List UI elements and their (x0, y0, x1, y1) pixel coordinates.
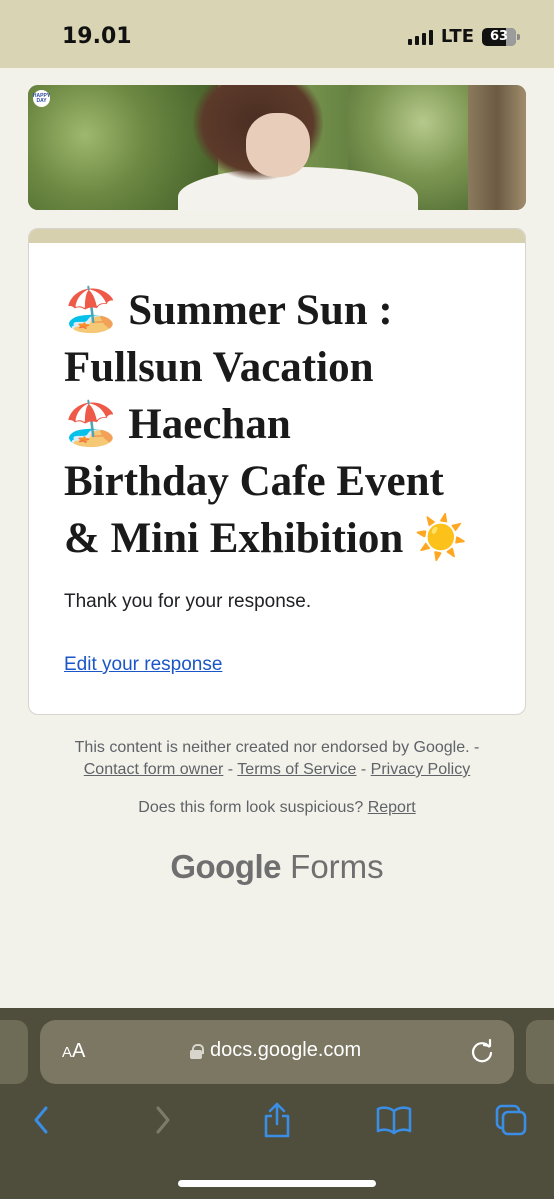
previous-tab-peek[interactable] (0, 1020, 28, 1084)
home-indicator[interactable] (178, 1180, 376, 1187)
aa-small-letter: A (62, 1044, 73, 1061)
status-indicators: LTE 63 (407, 26, 520, 47)
browser-toolbar (0, 1100, 554, 1160)
battery-icon: 63 (482, 27, 520, 46)
footer-separator: - (223, 761, 238, 778)
bookmarks-icon (376, 1106, 412, 1135)
banner-badge-logo: HAPPY DAY (33, 90, 50, 107)
form-title-line: 🏖️ Summer Sun : (64, 287, 393, 334)
form-title-line: & Mini Exhibition ☀️ (64, 515, 468, 562)
forward-icon (156, 1106, 170, 1134)
url-text: docs.google.com (210, 1039, 362, 1061)
google-forms-logo[interactable]: Google Forms (0, 848, 554, 886)
url-display[interactable]: docs.google.com (190, 1039, 361, 1062)
share-button[interactable] (257, 1100, 297, 1140)
form-header-image: HAPPY DAY (28, 85, 526, 210)
footer-disclaimer: This content is neither created nor endo… (74, 739, 480, 756)
contact-owner-link[interactable]: Contact form owner (84, 761, 224, 778)
next-tab-peek[interactable] (526, 1020, 554, 1084)
battery-level: 63 (489, 29, 509, 44)
aa-large-letter: A (72, 1040, 86, 1062)
browser-bottom-bar: AA docs.google.com (0, 1008, 554, 1199)
edit-response-link[interactable]: Edit your response (64, 654, 222, 676)
back-icon (34, 1106, 48, 1134)
address-bar[interactable]: AA docs.google.com (40, 1020, 514, 1084)
form-title: 🏖️ Summer Sun : Fullsun Vacation 🏖️ Haec… (64, 282, 504, 567)
form-title-line: 🏖️ Haechan (64, 401, 291, 448)
form-title-line: Fullsun Vacation (64, 344, 374, 391)
share-icon (264, 1102, 290, 1138)
response-card: 🏖️ Summer Sun : Fullsun Vacation 🏖️ Haec… (28, 228, 526, 715)
status-time: 19.01 (62, 24, 132, 49)
footer-separator: - (356, 761, 371, 778)
network-type: LTE (440, 26, 474, 47)
bookmarks-button[interactable] (374, 1100, 414, 1140)
signal-icon (407, 29, 433, 45)
back-button[interactable] (22, 1100, 62, 1140)
forward-button[interactable] (142, 1100, 182, 1140)
page-settings-button[interactable]: AA (62, 1040, 85, 1063)
google-wordmark: Google (170, 848, 281, 885)
tabs-button[interactable] (491, 1100, 531, 1140)
footer-links: Contact form owner - Terms of Service - … (0, 761, 554, 779)
form-title-line: Birthday Cafe Event (64, 458, 444, 505)
status-bar: 19.01 LTE 63 (0, 0, 554, 68)
confirmation-message: Thank you for your response. (64, 591, 312, 612)
reload-icon[interactable] (468, 1037, 496, 1065)
privacy-link[interactable]: Privacy Policy (371, 761, 471, 778)
suspicious-text: Does this form look suspicious? (138, 799, 364, 816)
suspicious-row: Does this form look suspicious? Report (0, 799, 554, 817)
terms-link[interactable]: Terms of Service (237, 761, 356, 778)
report-link[interactable]: Report (368, 799, 416, 816)
card-accent-bar (29, 229, 525, 243)
tabs-icon (495, 1104, 527, 1136)
lock-icon (190, 1043, 204, 1059)
forms-wordmark: Forms (290, 848, 384, 885)
